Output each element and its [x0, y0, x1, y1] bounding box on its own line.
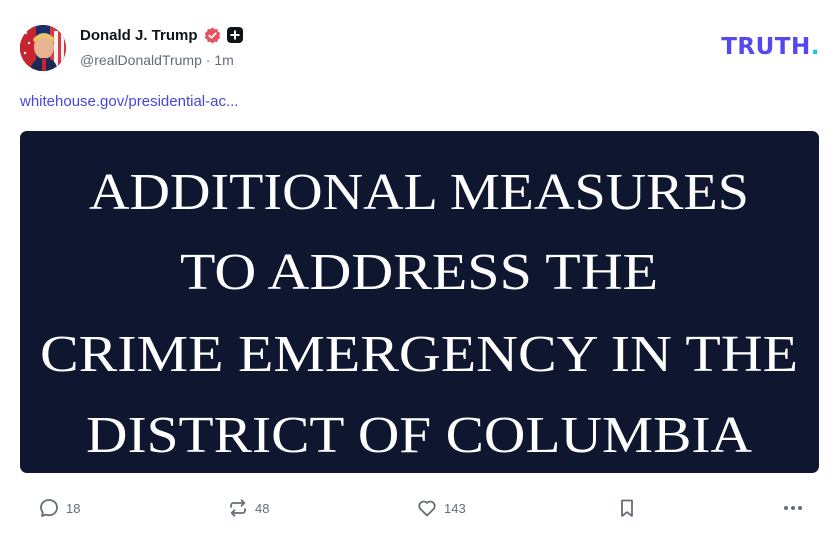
retruth-icon [227, 497, 249, 519]
image-line-1: ADDITIONAL MEASURES [89, 164, 749, 221]
retruth-count: 48 [255, 500, 270, 516]
like-button[interactable]: 143 [416, 494, 466, 522]
separator: · [205, 52, 211, 68]
handle[interactable]: @realDonaldTrump [80, 52, 202, 68]
timestamp[interactable]: 1m [214, 52, 233, 68]
more-button[interactable] [782, 494, 804, 522]
retruth-button[interactable]: 48 [227, 494, 269, 522]
post-link[interactable]: whitehouse.gov/presidential-ac... [20, 93, 238, 110]
bookmark-icon [616, 497, 638, 519]
bookmark-button[interactable] [616, 494, 638, 522]
reply-icon [38, 497, 60, 519]
brand-name: TRUTH [721, 34, 811, 60]
plus-badge-icon [226, 27, 243, 43]
post-header: Donald J. Trump @realDonaldTrump · 1m TR… [20, 22, 820, 74]
image-line-4: DISTRICT OF COLUMBIA [86, 407, 752, 464]
reply-count: 18 [66, 500, 81, 516]
display-name[interactable]: Donald J. Trump [80, 27, 198, 44]
verified-badge-icon [204, 27, 221, 44]
image-line-2: TO ADDRESS THE [180, 244, 658, 301]
author-block: Donald J. Trump @realDonaldTrump · 1m [80, 25, 243, 68]
display-name-row: Donald J. Trump [80, 25, 243, 45]
handle-row: @realDonaldTrump · 1m [80, 52, 243, 68]
reply-button[interactable]: 18 [38, 494, 80, 522]
more-icon [782, 497, 804, 519]
image-card: ADDITIONAL MEASURES TO ADDRESS THE CRIME… [40, 164, 798, 464]
heart-icon [416, 497, 438, 519]
like-count: 143 [444, 500, 466, 516]
truth-post: Donald J. Trump @realDonaldTrump · 1m TR… [0, 0, 840, 545]
truth-logo[interactable]: TRUTH. [721, 34, 820, 60]
image-line-3: CRIME EMERGENCY IN THE [40, 326, 798, 383]
avatar[interactable] [20, 25, 66, 71]
avatar-image [20, 25, 66, 71]
post-image[interactable]: ADDITIONAL MEASURES TO ADDRESS THE CRIME… [20, 131, 819, 473]
post-actions: 18 48 143 [20, 494, 820, 522]
brand-dot: . [810, 34, 820, 60]
